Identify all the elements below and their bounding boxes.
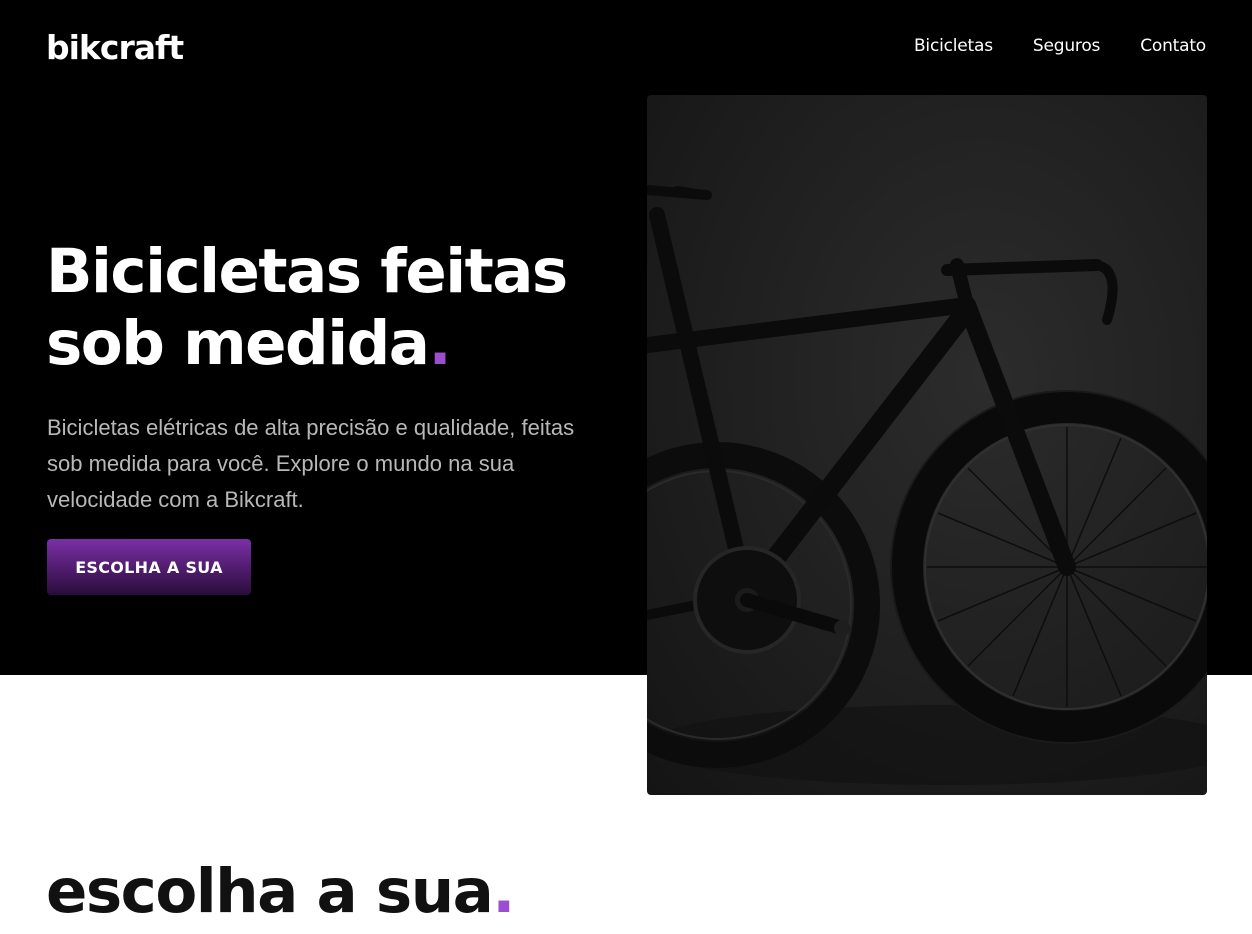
- bicycle-illustration: [647, 185, 1207, 785]
- accent-dot: .: [428, 308, 451, 379]
- nav-link-bicicletas[interactable]: Bicicletas: [914, 34, 993, 58]
- section-title-text: escolha a sua: [46, 856, 494, 927]
- logo[interactable]: bikcraft: [46, 28, 184, 68]
- section-accent-dot: .: [492, 856, 515, 927]
- bicycle-image: [647, 95, 1207, 795]
- hero-title-line-1: Bicicletas feitas: [46, 236, 568, 307]
- main-nav: Bicicletas Seguros Contato: [914, 34, 1206, 58]
- hero-description: Bicicletas elétricas de alta precisão e …: [47, 415, 575, 512]
- nav-link-contato[interactable]: Contato: [1140, 34, 1206, 58]
- section-title: escolha a sua.: [46, 852, 515, 932]
- choose-yours-button[interactable]: ESCOLHA A SUA: [47, 539, 251, 595]
- hero-title-line-2: sob medida: [46, 308, 430, 379]
- hero-title: Bicicletas feitas sob medida.: [46, 236, 636, 380]
- nav-link-seguros[interactable]: Seguros: [1033, 34, 1100, 58]
